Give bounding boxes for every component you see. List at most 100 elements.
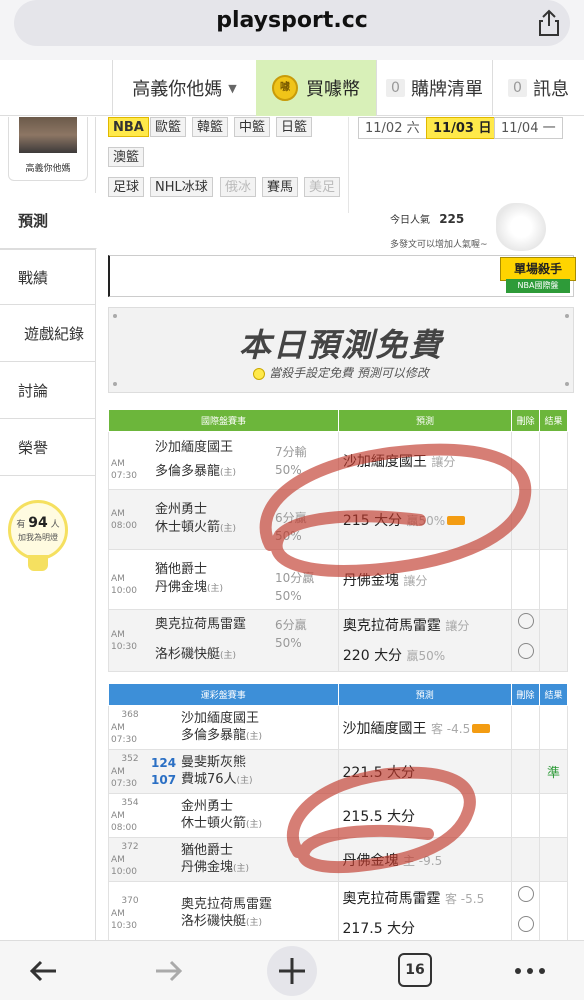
tab-count-button[interactable]: 16 [398,953,432,987]
prediction-cell: 沙加緬度國王 客 -4.5 [337,705,513,750]
game-code: 354 [121,798,139,808]
sidebar-item-game-log[interactable]: 遊戲紀錄 [0,306,96,362]
away-team: 沙加緬度國王 [155,440,234,455]
cart-count-badge: 0 [386,79,405,97]
table-row: AM 10:30 奧克拉荷馬雷霆 洛杉磯快艇(主) 6分贏 50% 奧克拉荷馬雷… [108,609,568,672]
user-menu[interactable]: 高義你他媽 ▼ [112,60,256,116]
forward-arrow-icon[interactable] [150,953,186,989]
away-team: 金州勇士 [181,798,234,814]
date-tab-prev[interactable]: 11/02 六 [358,117,427,139]
result-cell [539,881,568,940]
killer-badge: 單場殺手 NBA國際盤 [500,257,576,295]
messages-button[interactable]: 0 訊息 [492,60,584,116]
new-tab-plus-icon[interactable] [266,945,318,997]
league-tag-japan-basketball[interactable]: 日籃 [276,117,313,137]
cart-button[interactable]: 0 購牌清單 [376,60,492,116]
date-tab-next[interactable]: 11/04 一 [494,117,563,139]
popularity-row: 今日人氣 225 [390,211,464,226]
result-cell [539,609,568,672]
away-team: 曼斐斯灰熊 [181,754,247,770]
fans-lightbulb-button[interactable]: 有 94 人 加我為明燈 [8,500,68,560]
browser-bottom-bar: 16 [0,940,584,1000]
table-row: AM 10:00 猶他爵士 丹佛金塊(主) 10分贏 50% 丹佛金塊 讓分 [108,549,568,610]
hot-badge-icon [472,724,491,733]
message-count-badge: 0 [508,79,527,97]
avatar[interactable]: 高義你他媽 [8,117,88,181]
spread-line: 6分贏 [275,617,307,632]
col-header-delete: 刪除 [511,409,541,432]
sidebar-item-predict[interactable]: 預測 [0,193,97,249]
spread-line: 6分贏 [275,510,307,525]
delete-cell [511,489,541,550]
prediction-cell: 沙加緬度國王 讓分 [337,431,513,490]
date-tab-current[interactable]: 11/03 日 [426,117,499,139]
league-tag-nhl[interactable]: NHL冰球 [150,177,213,197]
sidebar-item-discussion[interactable]: 討論 [0,363,96,419]
spread-line: 7分輸 [275,444,307,459]
league-tag-nba[interactable]: NBA [108,117,149,137]
free-prediction-banner: 本日預測免費 當殺手設定免費 預測可以修改 [108,307,574,393]
col-header-matches: 國際盤賽事 [108,409,339,432]
match-time: AM 10:30 [111,909,137,931]
home-team: 多倫多暴龍(主) [155,464,237,479]
prediction-cell: 丹佛金塊 讓分 [337,549,513,610]
match-time: AM 10:00 [111,855,137,877]
league-tag-horse-racing[interactable]: 賽馬 [262,177,299,197]
match-cell: 372 AM 10:00 猶他爵士 丹佛金塊(主) [108,837,339,882]
delete-radio[interactable] [517,915,534,932]
share-icon[interactable] [534,8,564,38]
delete-radio[interactable] [517,612,534,629]
away-rank: 124 [151,755,177,770]
league-tag-euro-basketball[interactable]: 歐籃 [150,117,187,137]
more-icon[interactable] [512,953,548,989]
league-tag-korea-basketball[interactable]: 韓籃 [192,117,229,137]
buy-coin-button[interactable]: 噱 買噱幣 [256,60,376,116]
prediction-cell: 丹佛金塊 主 -9.5 [337,837,513,882]
popularity-note: 多發文可以增加人氣喔~ [390,240,488,250]
league-tag-australia-basketball[interactable]: 澳籃 [108,147,145,167]
result-cell [539,793,568,838]
delete-radio[interactable] [517,642,534,659]
match-time: AM 10:00 [111,573,137,596]
buy-coin-label: 買噱幣 [306,79,360,100]
coin-icon: 噱 [272,75,298,101]
back-arrow-icon[interactable] [26,953,62,989]
chevron-down-icon: ▼ [228,81,237,95]
home-team: 休士頓火箭(主) [181,815,263,831]
col-header-matches: 運彩盤賽事 [108,683,339,706]
game-code: 352 [121,754,139,764]
browser-url-bar: playsport.cc [0,0,584,60]
league-tag-soccer[interactable]: 足球 [108,177,145,197]
table-row: AM 08:00 金州勇士 休士頓火箭(主) 6分贏 50% 215 大分 贏5… [108,489,568,550]
table-row: 372 AM 10:00 猶他爵士 丹佛金塊(主) 丹佛金塊 主 -9.5 [108,837,568,882]
sidebar-item-record[interactable]: 戰績 [0,249,96,305]
prediction-cell: 215.5 大分 [337,793,513,838]
table-row: 368 AM 07:30 沙加緬度國王 多倫多暴龍(主) 沙加緬度國王 客 -4.… [108,705,568,750]
cart-label: 購牌清單 [410,79,483,100]
home-team: 多倫多暴龍(主) [181,727,263,743]
result-cell [539,431,568,490]
away-team: 奧克拉荷馬雷霆 [181,896,273,912]
home-team: 費城76人(主) [181,771,253,787]
match-time: AM 07:30 [111,723,137,745]
delete-radio[interactable] [517,885,534,902]
match-time: AM 08:00 [111,508,137,531]
delete-cell [511,549,541,610]
game-code: 372 [121,842,139,852]
spread-pct: 50% [275,462,302,477]
result-cell [539,705,568,750]
home-team: 洛杉磯快艇(主) [181,913,263,929]
delete-cell [511,431,541,490]
sidebar-item-honor[interactable]: 榮譽 [0,420,96,476]
delete-cell [511,609,541,672]
address-field[interactable]: playsport.cc [14,0,570,46]
fans-count-line: 有 94 人 [16,515,60,531]
lottery-prediction-table: 運彩盤賽事 預測 刪除 結果 368 AM 07:30 沙加緬度國王 多倫多暴龍(… [108,683,568,940]
killer-badge-subtitle: NBA國際盤 [506,279,570,293]
home-team: 洛杉磯快艇(主) [155,647,237,662]
banner-dot [565,382,569,386]
league-tag-china-basketball[interactable]: 中籃 [234,117,271,137]
intl-prediction-table: 國際盤賽事 預測 刪除 結果 AM 07:30 沙加緬度國王 多倫多暴龍(主) … [108,409,568,672]
table-row: 352 AM 07:30 124 107 曼斐斯灰熊 費城76人(主) 221.5… [108,749,568,794]
col-header-result: 結果 [539,683,568,706]
